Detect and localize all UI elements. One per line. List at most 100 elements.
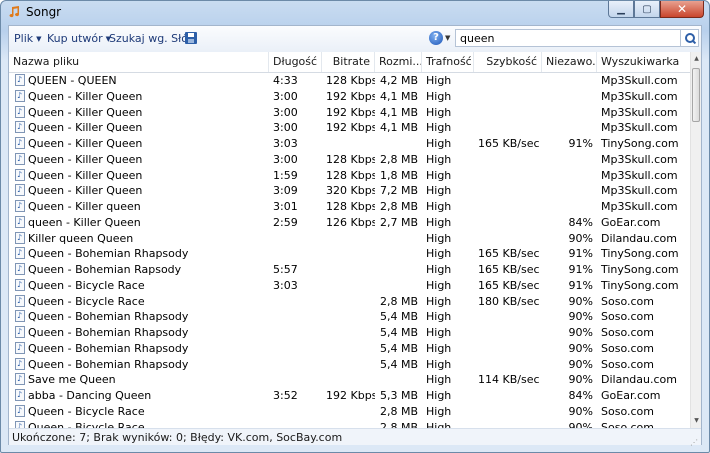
audio-file-icon: [15, 230, 25, 245]
cell-size: [375, 262, 422, 278]
table-row[interactable]: Killer queen Queen High 90% Dilandau.com: [9, 230, 690, 247]
table-row[interactable]: Queen - Bohemian Rhapsody 5,4 MB High 90% So…: [9, 340, 690, 357]
table-row[interactable]: Queen - Bohemian Rhapsody 5,4 MB High 90% So…: [9, 308, 690, 325]
scroll-up-icon[interactable]: ▲: [692, 54, 701, 64]
table-row[interactable]: Queen - Bohemian Rhapsody 5,4 MB High 90% So…: [9, 324, 690, 341]
cell-relevance: High: [426, 404, 452, 418]
cell-search-engine: Soso.com: [601, 357, 654, 371]
help-dropdown-icon[interactable]: ▼: [445, 34, 450, 42]
table-row[interactable]: Queen - Killer Queen 3:09 320 Kbps 7,2 MB Hi…: [9, 182, 690, 199]
cell-size: 5,4 MB: [379, 341, 418, 355]
maximize-button[interactable]: ▢: [634, 1, 660, 18]
cell-search-engine: Mp3Skull.com: [601, 105, 678, 119]
cell-search-engine: Mp3Skull.com: [601, 152, 678, 166]
cell-size: [375, 246, 422, 262]
search-input[interactable]: [455, 29, 681, 47]
save-icon[interactable]: [185, 32, 197, 44]
header-col-length[interactable]: Długość: [269, 52, 322, 72]
table-row[interactable]: Queen - Bicycle Race 2,8 MB High 90% Soso.co…: [9, 403, 690, 420]
table-row[interactable]: Save me Queen High 114 KB/sec 90% Dilandau.c…: [9, 371, 690, 388]
cell-relevance: High: [426, 373, 452, 387]
cell-reliability: 91%: [568, 137, 593, 150]
cell-bitrate: [322, 372, 375, 388]
table-row[interactable]: Queen - Bohemian Rhapsody 5,4 MB High 90% So…: [9, 356, 690, 373]
cell-filename: Queen - Bohemian Rhapsody: [28, 357, 189, 371]
header-col-reliability[interactable]: Niezawo...: [542, 52, 597, 72]
scroll-thumb[interactable]: [692, 68, 700, 122]
cell-speed: [474, 325, 542, 341]
search-lyrics-button[interactable]: Szukaj wg. Słów: [109, 32, 197, 45]
cell-speed: [474, 120, 542, 136]
table-row[interactable]: Queen - Killer Queen 3:00 192 Kbps 4,1 MB Hi…: [9, 88, 690, 105]
cell-search-engine: Soso.com: [601, 310, 654, 324]
cell-filename: Queen - Bohemian Rapsody: [28, 263, 182, 276]
cell-speed: 165 KB/sec: [478, 247, 540, 261]
audio-file-icon: [15, 135, 25, 151]
cell-relevance: High: [426, 231, 452, 245]
cell-filename: Queen - Killer Queen: [28, 89, 143, 103]
cell-size: 4,2 MB: [379, 74, 418, 87]
cell-filename: Queen - Killer Queen: [28, 137, 143, 150]
header-col-search-engine[interactable]: Wyszukiwarka: [597, 52, 690, 72]
dropdown-arrow-icon: ▼: [36, 35, 42, 43]
table-row[interactable]: Queen - Bicycle Race 3:03 High 165 KB/sec 91…: [9, 277, 690, 294]
cell-reliability: [542, 152, 597, 168]
cell-speed: [474, 152, 542, 168]
menu-file[interactable]: Plik ▼: [14, 32, 42, 45]
table-row[interactable]: Queen - Bicycle Race 2,8 MB High 180 KB/sec…: [9, 293, 690, 310]
table-row[interactable]: Queen - Bohemian Rapsody 5:57 High 165 KB/s…: [9, 261, 690, 278]
cell-length: 3:00: [273, 105, 298, 119]
help-icon[interactable]: ?: [429, 31, 443, 45]
cell-reliability: 90%: [568, 231, 593, 245]
cell-length: 3:00: [273, 121, 298, 135]
cell-size: 5,3 MB: [379, 389, 418, 402]
vertical-scrollbar[interactable]: ▲ ▼: [690, 52, 701, 428]
resize-grip-icon[interactable]: ⋰: [690, 434, 698, 451]
menu-buy-track[interactable]: Kup utwór ▼: [47, 32, 111, 45]
table-row[interactable]: Queen - Killer queen 3:01 128 Kbps 2,8 MB Hi…: [9, 198, 690, 215]
table-row[interactable]: Queen - Killer Queen 3:03 High 165 KB/sec 91…: [9, 135, 690, 152]
header-col-filename[interactable]: Nazwa pliku: [9, 52, 269, 72]
table-row[interactable]: Queen - Killer Queen 3:00 192 Kbps 4,1 MB Hi…: [9, 119, 690, 136]
cell-relevance: High: [426, 357, 452, 371]
table-row[interactable]: Queen - Bicycle Race 2,8 MB High 90% Soso.co…: [9, 419, 690, 428]
audio-file-icon: [15, 119, 25, 135]
cell-reliability: 90%: [568, 294, 593, 308]
cell-bitrate: 192 Kbps: [326, 121, 375, 135]
audio-file-icon: [15, 214, 25, 230]
close-button[interactable]: ✕: [660, 1, 704, 18]
table-row[interactable]: Queen - Bohemian Rhapsody High 165 KB/sec 9…: [9, 245, 690, 262]
table-row[interactable]: Queen - Killer Queen 1:59 128 Kbps 1,8 MB Hi…: [9, 167, 690, 184]
cell-size: 2,8 MB: [379, 152, 418, 166]
cell-search-engine: Mp3Skull.com: [601, 89, 678, 103]
audio-file-icon: [15, 245, 25, 261]
scroll-down-icon[interactable]: ▼: [692, 416, 701, 426]
cell-search-engine: Soso.com: [601, 341, 654, 355]
header-col-size[interactable]: Rozmi...: [375, 52, 422, 72]
table-row[interactable]: Queen - Killer Queen 3:00 192 Kbps 4,1 MB Hi…: [9, 104, 690, 121]
header-col-relevance[interactable]: Trafność: [422, 52, 474, 72]
cell-relevance: High: [426, 137, 452, 150]
search-icon[interactable]: [681, 29, 699, 47]
header-col-speed[interactable]: Szybkość: [474, 52, 542, 72]
table-row[interactable]: Queen - Killer Queen 3:00 128 Kbps 2,8 MB Hi…: [9, 151, 690, 168]
cell-speed: [474, 231, 542, 247]
table-row[interactable]: QUEEN - QUEEN 4:33 128 Kbps 4,2 MB High Mp3Sk…: [9, 72, 690, 89]
header-col-bitrate[interactable]: Bitrate: [322, 52, 375, 72]
table-row[interactable]: queen - Killer Queen 2:59 126 Kbps 2,7 MB Hi…: [9, 214, 690, 231]
toolbar: Plik ▼ Kup utwór ▼ Szukaj wg. Słów ? ▼: [9, 26, 701, 53]
cell-size: 4,1 MB: [379, 89, 418, 103]
cell-search-engine: Mp3Skull.com: [601, 200, 678, 213]
cell-search-engine: GoEar.com: [601, 389, 661, 402]
cell-size: [375, 231, 422, 247]
table-row[interactable]: abba - Dancing Queen 3:52 192 Kbps 5,3 MB Hi…: [9, 387, 690, 404]
cell-bitrate: 126 Kbps: [326, 215, 375, 229]
audio-file-icon: [15, 419, 25, 428]
cell-relevance: High: [426, 215, 452, 229]
cell-reliability: [542, 199, 597, 215]
title-bar[interactable]: Songr ▁ ▢ ✕: [1, 1, 709, 23]
cell-length: 3:09: [273, 184, 298, 198]
cell-relevance: High: [426, 294, 452, 308]
cell-relevance: High: [426, 152, 452, 166]
minimize-button[interactable]: ▁: [608, 1, 634, 18]
